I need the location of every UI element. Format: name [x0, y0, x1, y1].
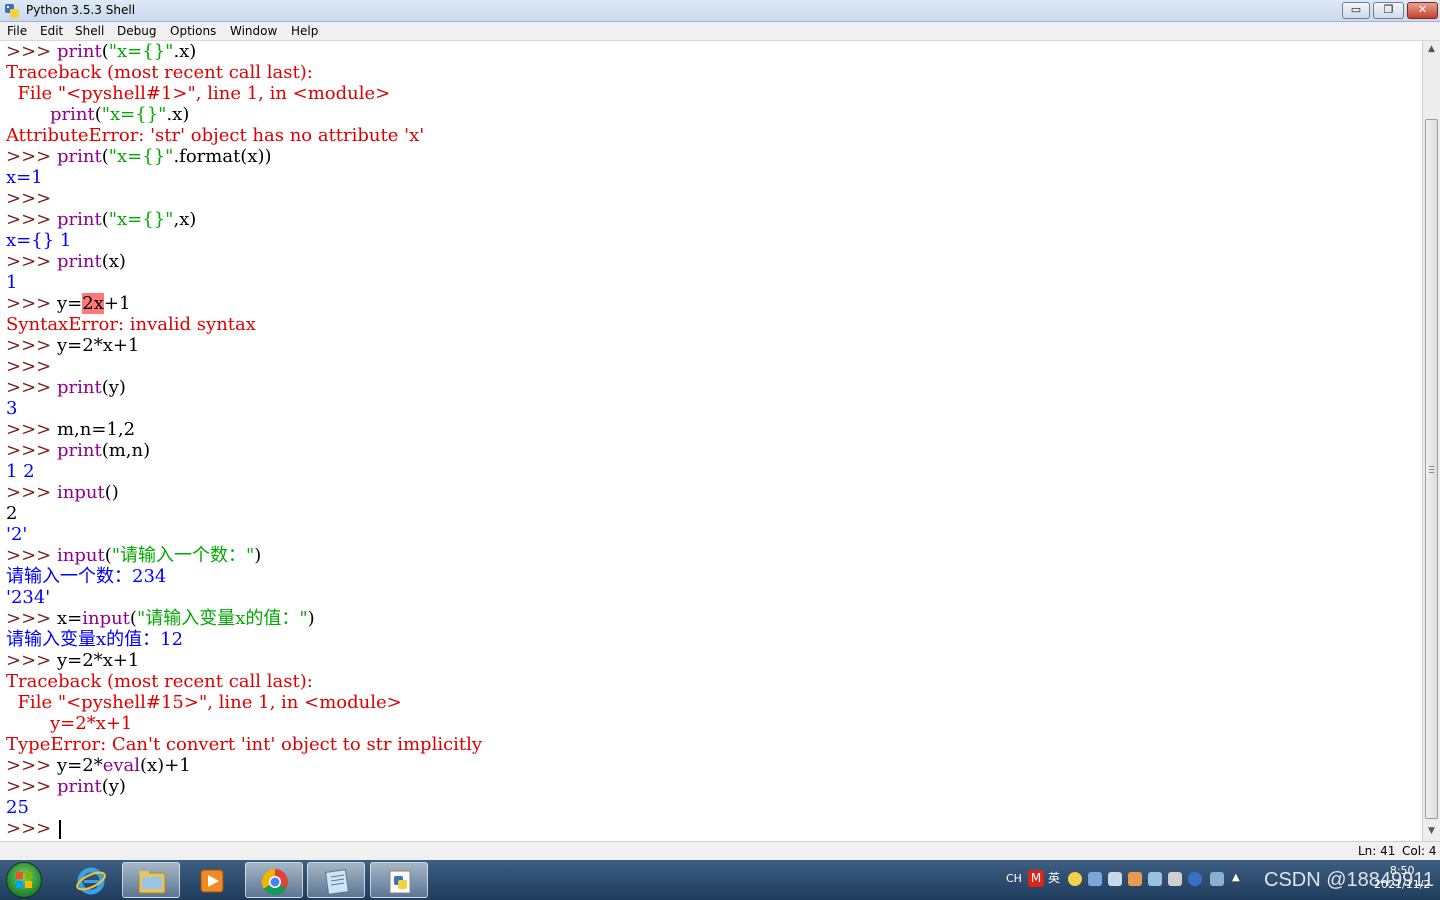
shell-line: >>> y=2*eval(x)+1	[6, 755, 191, 776]
taskbar-ie-button[interactable]	[62, 862, 120, 898]
shell-line: >>> y=2*x+1	[6, 650, 140, 671]
menu-shell[interactable]: Shell	[75, 24, 104, 38]
shell-text-area[interactable]: >>> print("x={}".x) Traceback (most rece…	[0, 41, 1422, 841]
shell-line: >>> print(y)	[6, 776, 126, 797]
shell-line: File "<pyshell#1>", line 1, in <module>	[6, 83, 391, 104]
menu-edit[interactable]: Edit	[40, 24, 63, 38]
shell-line: >>> x=input("请输入变量x的值：")	[6, 608, 315, 629]
clock-time: 8:50	[1389, 864, 1415, 877]
column-number: Col: 4	[1402, 844, 1437, 858]
menu-window[interactable]: Window	[230, 24, 277, 38]
menu-options[interactable]: Options	[170, 24, 216, 38]
shell-line: >>> input("请输入一个数：")	[6, 545, 262, 566]
ime-english-icon[interactable]: 英	[1046, 870, 1062, 887]
python-idle-icon	[5, 4, 19, 18]
language-indicator[interactable]: CH	[1006, 872, 1022, 885]
text-caret	[58, 819, 61, 839]
shell-line: '234'	[6, 587, 51, 608]
taskbar-chrome-button[interactable]	[245, 862, 303, 898]
shell-line: >>>	[6, 188, 52, 209]
skin-icon[interactable]	[1128, 872, 1142, 886]
clock-date: 2021/11/2	[1374, 878, 1431, 891]
file-explorer-icon	[138, 871, 166, 894]
shell-line: 请输入一个数：234	[6, 566, 167, 587]
taskbar-media-player-button[interactable]	[183, 862, 241, 898]
menu-file[interactable]: File	[7, 24, 27, 38]
shell-line: 请输入变量x的值：12	[6, 629, 184, 650]
moon-icon[interactable]	[1068, 872, 1082, 886]
shell-line: 1	[6, 272, 18, 293]
shell-line: >>> m,n=1,2	[6, 419, 136, 440]
clock[interactable]: 8:50 2021/11/2	[1374, 864, 1430, 892]
ime-toolbox-icon[interactable]	[1168, 872, 1182, 886]
taskbar: CH M 英 ▲ CSDN @18849911 8:50 2021/11/2	[0, 860, 1440, 900]
shell-line: y=2*x+1	[50, 713, 133, 734]
shell-line: File "<pyshell#15>", line 1, in <module>	[6, 692, 402, 713]
shell-line: >>> y=2x+1	[6, 293, 131, 314]
taskbar-python-button[interactable]	[370, 862, 428, 898]
shell-line: x={} 1	[6, 230, 72, 251]
taskbar-notepad-button[interactable]	[307, 862, 365, 898]
scroll-down-arrow-icon[interactable]: ▼	[1423, 823, 1440, 840]
window-title: Python 3.5.3 Shell	[26, 3, 136, 17]
shell-line: SyntaxError: invalid syntax	[6, 314, 256, 335]
shell-line: >>> print(x)	[6, 251, 126, 272]
syntax-error-highlight: 2x	[82, 293, 104, 314]
shell-line: >>> print(m,n)	[6, 440, 151, 461]
shell-line: print("x={}".x)	[50, 104, 190, 125]
shell-input-line[interactable]: >>>	[6, 818, 61, 839]
ime-m-icon[interactable]: M	[1028, 870, 1044, 887]
chrome-icon	[261, 868, 288, 896]
shell-line: TypeError: Can't convert 'int' object to…	[6, 734, 483, 755]
ime-settings-icon[interactable]	[1148, 872, 1162, 886]
menu-bar: File Edit Shell Debug Options Window Hel…	[0, 22, 1440, 41]
windows-start-icon	[16, 872, 32, 888]
ime-menu-icon[interactable]	[1210, 872, 1224, 886]
shell-line: 3	[6, 398, 18, 419]
line-number: Ln: 41	[1358, 844, 1396, 858]
show-hidden-icons-icon[interactable]: ▲	[1232, 872, 1246, 886]
status-bar: Ln: 41 Col: 4	[0, 841, 1440, 860]
shell-line: >>>	[6, 356, 52, 377]
ie-icon	[76, 867, 106, 895]
shell-line: x=1	[6, 167, 43, 188]
help-icon[interactable]	[1188, 872, 1202, 886]
shell-line: '2'	[6, 524, 28, 545]
close-button[interactable]: ✕	[1407, 2, 1438, 19]
title-bar: Python 3.5.3 Shell ▭ ❐ ✕	[0, 0, 1440, 22]
shell-line: Traceback (most recent call last):	[6, 62, 313, 83]
python-icon	[389, 870, 411, 894]
menu-debug[interactable]: Debug	[117, 24, 156, 38]
taskbar-explorer-button[interactable]	[122, 862, 180, 898]
minimize-button[interactable]: ▭	[1342, 2, 1370, 19]
shell-line: 1 2	[6, 461, 35, 482]
scroll-up-arrow-icon[interactable]: ▲	[1423, 41, 1440, 58]
menu-help[interactable]: Help	[291, 24, 318, 38]
notepad-icon	[325, 869, 349, 895]
shell-line: AttributeError: 'str' object has no attr…	[6, 125, 425, 146]
shell-line: 2	[6, 503, 18, 524]
maximize-button[interactable]: ❐	[1373, 2, 1404, 19]
punctuation-icon[interactable]	[1088, 872, 1102, 886]
media-player-icon	[200, 869, 224, 893]
start-button[interactable]	[6, 862, 42, 898]
keyboard-icon[interactable]	[1108, 872, 1122, 886]
shell-line: >>> input()	[6, 482, 119, 503]
shell-line: >>> print(y)	[6, 377, 126, 398]
scrollbar-thumb[interactable]	[1425, 119, 1438, 819]
shell-line: >>> print("x={}",x)	[6, 209, 197, 230]
shell-line: >>> y=2*x+1	[6, 335, 140, 356]
system-tray: CH M 英 ▲ CSDN @18849911 8:50 2021/11/2	[1000, 860, 1440, 900]
vertical-scrollbar[interactable]: ▲ ▼	[1422, 41, 1440, 841]
shell-line: >>> print("x={}".format(x))	[6, 146, 272, 167]
shell-line: Traceback (most recent call last):	[6, 671, 313, 692]
shell-line: 25	[6, 797, 29, 818]
shell-line: >>> print("x={}".x)	[6, 41, 197, 62]
